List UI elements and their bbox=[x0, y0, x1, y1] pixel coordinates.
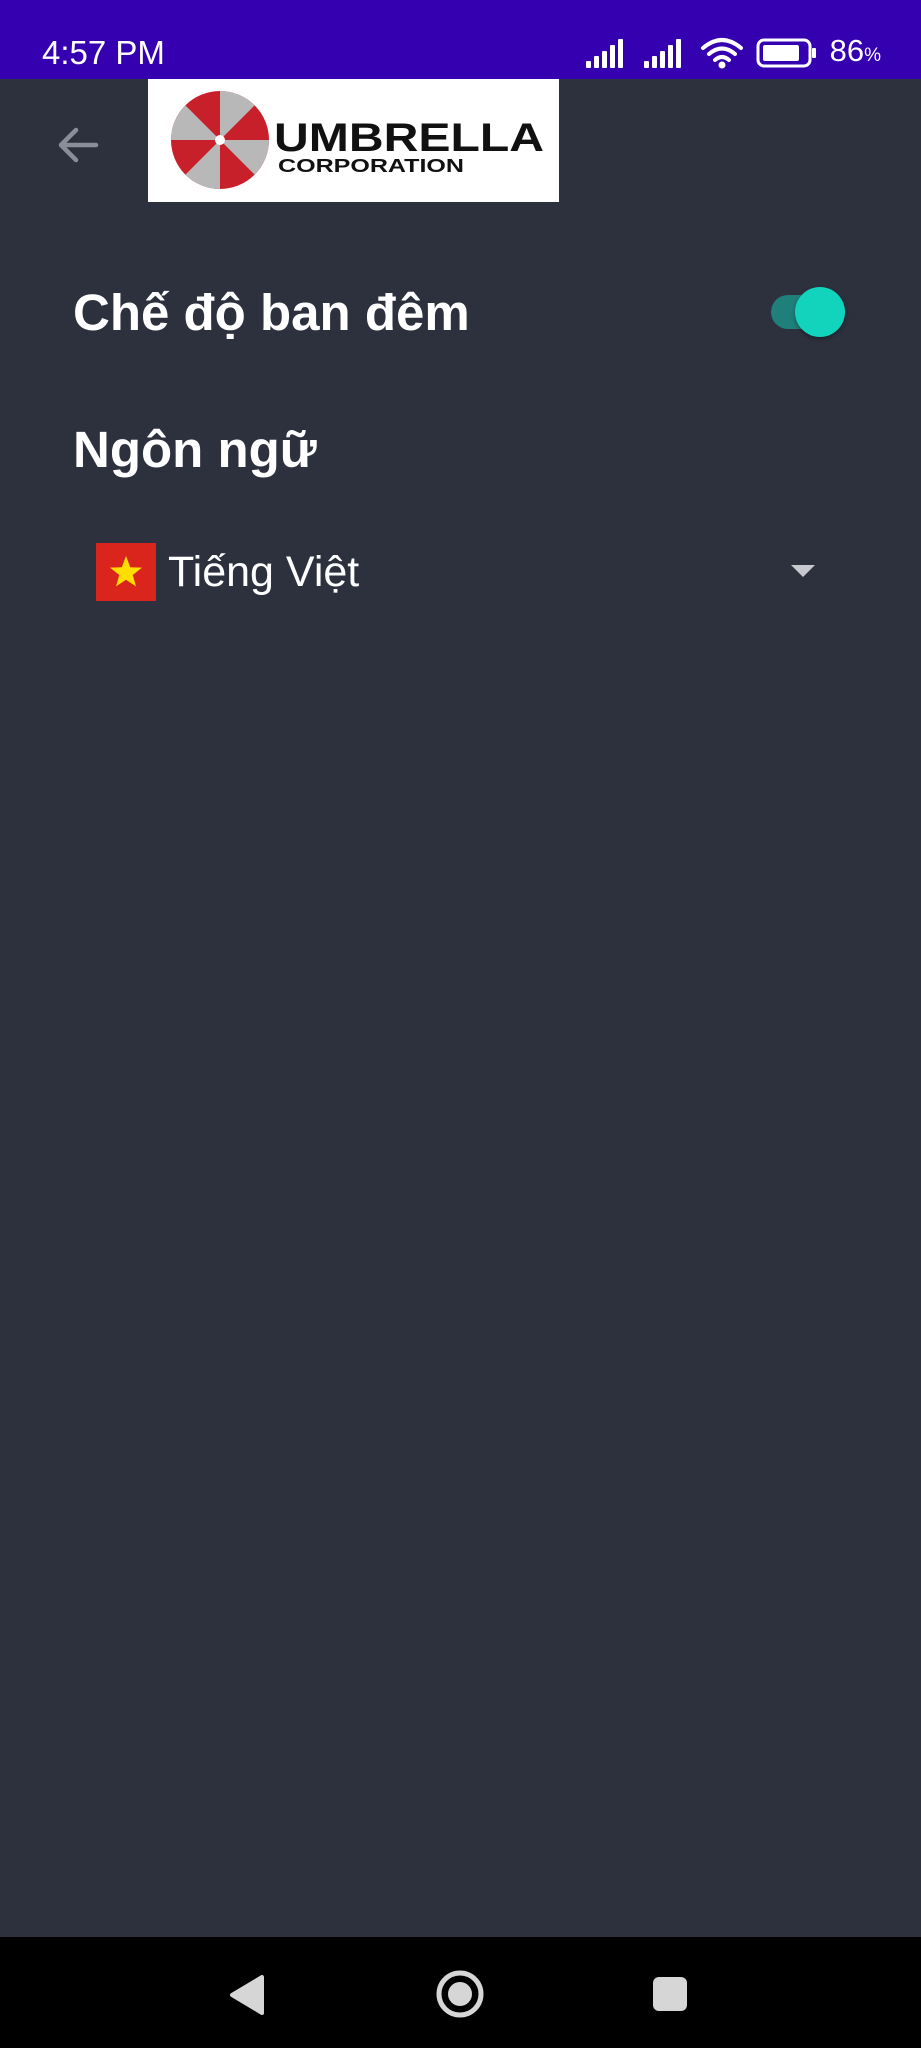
toggle-thumb bbox=[795, 287, 845, 337]
umbrella-corporation-logo: UMBRELLA CORPORATION bbox=[148, 79, 559, 202]
app-bar: UMBRELLA CORPORATION bbox=[0, 79, 921, 203]
language-section-title: Ngôn ngữ bbox=[73, 421, 317, 478]
back-triangle-icon bbox=[230, 1975, 264, 2015]
battery-unit: % bbox=[864, 44, 881, 66]
status-bar: 4:57 PM 86% bbox=[0, 0, 921, 79]
signal-icon bbox=[585, 39, 623, 68]
recents-square-icon bbox=[653, 1977, 687, 2011]
selected-language: Tiếng Việt bbox=[168, 547, 360, 596]
battery-icon bbox=[756, 38, 816, 68]
nav-recents-button[interactable] bbox=[650, 1974, 690, 2019]
nav-home-button[interactable] bbox=[435, 1969, 485, 2024]
status-icons: 86% bbox=[584, 30, 881, 76]
night-mode-toggle[interactable] bbox=[765, 287, 845, 337]
status-time: 4:57 PM bbox=[42, 34, 165, 71]
night-mode-label: Chế độ ban đêm bbox=[73, 283, 470, 341]
caret-down-icon bbox=[791, 565, 815, 577]
logo-name: UMBRELLA bbox=[274, 116, 544, 160]
battery-value: 86 bbox=[829, 32, 865, 68]
night-mode-row: Chế độ ban đêm bbox=[73, 268, 845, 356]
logo-subtitle: CORPORATION bbox=[278, 156, 464, 176]
signal-icon bbox=[643, 39, 681, 68]
back-button[interactable] bbox=[50, 117, 106, 173]
system-nav-bar bbox=[0, 1937, 921, 2048]
battery-percent: 86% bbox=[830, 31, 881, 76]
language-dropdown[interactable]: Tiếng Việt bbox=[96, 530, 816, 614]
arrow-left-icon bbox=[58, 127, 99, 163]
nav-back-button[interactable] bbox=[228, 1974, 266, 2021]
home-circle-icon bbox=[436, 1970, 484, 2018]
wifi-icon bbox=[700, 38, 743, 69]
vietnam-flag-icon bbox=[96, 543, 156, 601]
